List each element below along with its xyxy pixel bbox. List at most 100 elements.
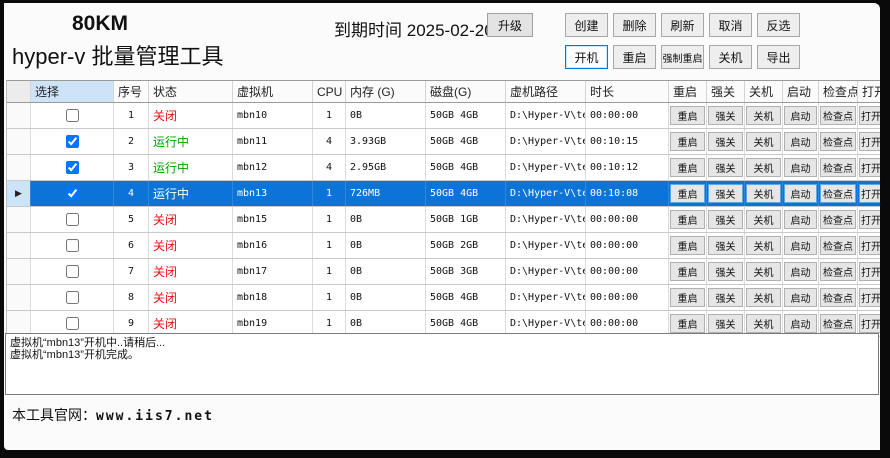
row-action-checkpoint[interactable]: 检查点 bbox=[820, 184, 856, 203]
header-vm-name[interactable]: 虚拟机 bbox=[233, 81, 313, 102]
row-action-restart[interactable]: 重启 bbox=[670, 314, 705, 333]
row-action-restart[interactable]: 重启 bbox=[670, 158, 705, 177]
row-action-restart[interactable]: 重启 bbox=[670, 288, 705, 307]
row-action-shutdown[interactable]: 关机 bbox=[746, 210, 781, 229]
row-action-restart[interactable]: 重启 bbox=[670, 132, 705, 151]
row-action-start[interactable]: 启动 bbox=[784, 132, 817, 151]
invert-select-button[interactable]: 反选 bbox=[757, 13, 800, 37]
row-action-checkpoint[interactable]: 检查点 bbox=[820, 262, 856, 281]
row-checkbox[interactable] bbox=[66, 187, 79, 200]
row-action-checkpoint[interactable]: 检查点 bbox=[820, 158, 856, 177]
create-button[interactable]: 创建 bbox=[565, 13, 608, 37]
row-action-shutdown[interactable]: 关机 bbox=[746, 314, 781, 333]
header-vm-path[interactable]: 虚机路径 bbox=[506, 81, 586, 102]
delete-button[interactable]: 删除 bbox=[613, 13, 656, 37]
shutdown-button[interactable]: 关机 bbox=[709, 45, 752, 69]
row-action-open[interactable]: 打开 bbox=[859, 314, 880, 333]
checkbox-cell bbox=[31, 129, 114, 154]
row-action-shutdown[interactable]: 关机 bbox=[746, 262, 781, 281]
row-action-open[interactable]: 打开 bbox=[859, 158, 880, 177]
cell-memory: 0B bbox=[346, 103, 426, 128]
row-action-checkpoint[interactable]: 检查点 bbox=[820, 288, 856, 307]
header-status[interactable]: 状态 bbox=[149, 81, 233, 102]
row-action-shutdown[interactable]: 关机 bbox=[746, 288, 781, 307]
row-action-force-off[interactable]: 强关 bbox=[708, 236, 743, 255]
row-action-checkpoint[interactable]: 检查点 bbox=[820, 314, 856, 333]
power-on-button[interactable]: 开机 bbox=[565, 45, 608, 69]
force-restart-button[interactable]: 强制重启 bbox=[661, 45, 704, 69]
row-checkbox[interactable] bbox=[66, 109, 79, 122]
header-force-off[interactable]: 强关 bbox=[707, 81, 745, 102]
row-action-start[interactable]: 启动 bbox=[784, 210, 817, 229]
row-action-checkpoint[interactable]: 检查点 bbox=[820, 106, 856, 125]
row-action-checkpoint[interactable]: 检查点 bbox=[820, 210, 856, 229]
row-action-open[interactable]: 打开 bbox=[859, 236, 880, 255]
row-action-force-off[interactable]: 强关 bbox=[708, 158, 743, 177]
row-action-shutdown[interactable]: 关机 bbox=[746, 106, 781, 125]
row-action-start[interactable]: 启动 bbox=[784, 262, 817, 281]
row-checkbox[interactable] bbox=[66, 317, 79, 330]
row-action-open[interactable]: 打开 bbox=[859, 132, 880, 151]
row-action-checkpoint[interactable]: 检查点 bbox=[820, 236, 856, 255]
restart-button[interactable]: 重启 bbox=[613, 45, 656, 69]
export-button[interactable]: 导出 bbox=[757, 45, 800, 69]
row-action-force-off[interactable]: 强关 bbox=[708, 262, 743, 281]
header-checkpoint[interactable]: 检查点 bbox=[819, 81, 858, 102]
header-uptime[interactable]: 时长 bbox=[586, 81, 669, 102]
row-action-force-off[interactable]: 强关 bbox=[708, 314, 743, 333]
table-row[interactable]: 1关闭mbn1010B50GB 4GBD:\Hyper-V\tes...00:0… bbox=[7, 103, 880, 129]
row-action-start[interactable]: 启动 bbox=[784, 158, 817, 177]
row-action-force-off[interactable]: 强关 bbox=[708, 184, 743, 203]
row-action-shutdown[interactable]: 关机 bbox=[746, 184, 781, 203]
table-row[interactable]: 3运行中mbn1242.95GB50GB 4GBD:\Hyper-V\tes..… bbox=[7, 155, 880, 181]
row-action-force-off[interactable]: 强关 bbox=[708, 132, 743, 151]
row-action-force-off[interactable]: 强关 bbox=[708, 210, 743, 229]
row-action-restart[interactable]: 重启 bbox=[670, 236, 705, 255]
row-action-open[interactable]: 打开 bbox=[859, 210, 880, 229]
row-checkbox[interactable] bbox=[66, 135, 79, 148]
row-action-checkpoint[interactable]: 检查点 bbox=[820, 132, 856, 151]
row-action-open[interactable]: 打开 bbox=[859, 106, 880, 125]
header-memory[interactable]: 内存 (G) bbox=[346, 81, 426, 102]
header-restart[interactable]: 重启 bbox=[669, 81, 707, 102]
table-row[interactable]: 5关闭mbn1510B50GB 1GBD:\Hyper-V\tes...00:0… bbox=[7, 207, 880, 233]
header-start[interactable]: 启动 bbox=[783, 81, 819, 102]
table-row[interactable]: 8关闭mbn1810B50GB 4GBD:\Hyper-V\tes...00:0… bbox=[7, 285, 880, 311]
row-action-force-off[interactable]: 强关 bbox=[708, 106, 743, 125]
row-checkbox[interactable] bbox=[66, 265, 79, 278]
row-action-restart[interactable]: 重启 bbox=[670, 184, 705, 203]
row-action-start[interactable]: 启动 bbox=[784, 314, 817, 333]
row-action-restart[interactable]: 重启 bbox=[670, 106, 705, 125]
table-row[interactable]: ▶4运行中mbn131726MB50GB 4GBD:\Hyper-V\tes..… bbox=[7, 181, 880, 207]
cancel-button[interactable]: 取消 bbox=[709, 13, 752, 37]
row-checkbox[interactable] bbox=[66, 239, 79, 252]
header-shutdown[interactable]: 关机 bbox=[745, 81, 783, 102]
log-output[interactable]: 虚拟机“mbn13”开机中..请稍后... 虚拟机“mbn13”开机完成。 bbox=[5, 333, 879, 395]
row-action-open[interactable]: 打开 bbox=[859, 184, 880, 203]
header-index[interactable]: 序号 bbox=[114, 81, 149, 102]
row-action-open[interactable]: 打开 bbox=[859, 262, 880, 281]
row-action-start[interactable]: 启动 bbox=[784, 184, 817, 203]
row-action-shutdown[interactable]: 关机 bbox=[746, 236, 781, 255]
row-checkbox[interactable] bbox=[66, 161, 79, 174]
row-action-restart[interactable]: 重启 bbox=[670, 262, 705, 281]
header-disk[interactable]: 磁盘(G) bbox=[426, 81, 506, 102]
row-checkbox[interactable] bbox=[66, 291, 79, 304]
table-row[interactable]: 2运行中mbn1143.93GB50GB 4GBD:\Hyper-V\tes..… bbox=[7, 129, 880, 155]
upgrade-button[interactable]: 升级 bbox=[487, 13, 533, 37]
header-cpu[interactable]: CPU bbox=[313, 81, 346, 102]
table-row[interactable]: 7关闭mbn1710B50GB 3GBD:\Hyper-V\tes...00:0… bbox=[7, 259, 880, 285]
header-open[interactable]: 打开 bbox=[858, 81, 880, 102]
refresh-button[interactable]: 刷新 bbox=[661, 13, 704, 37]
row-checkbox[interactable] bbox=[66, 213, 79, 226]
row-action-open[interactable]: 打开 bbox=[859, 288, 880, 307]
row-action-start[interactable]: 启动 bbox=[784, 106, 817, 125]
header-select[interactable]: 选择 bbox=[31, 81, 114, 102]
row-action-shutdown[interactable]: 关机 bbox=[746, 132, 781, 151]
table-row[interactable]: 6关闭mbn1610B50GB 2GBD:\Hyper-V\tes...00:0… bbox=[7, 233, 880, 259]
row-action-start[interactable]: 启动 bbox=[784, 236, 817, 255]
row-action-force-off[interactable]: 强关 bbox=[708, 288, 743, 307]
row-action-restart[interactable]: 重启 bbox=[670, 210, 705, 229]
row-action-start[interactable]: 启动 bbox=[784, 288, 817, 307]
row-action-shutdown[interactable]: 关机 bbox=[746, 158, 781, 177]
